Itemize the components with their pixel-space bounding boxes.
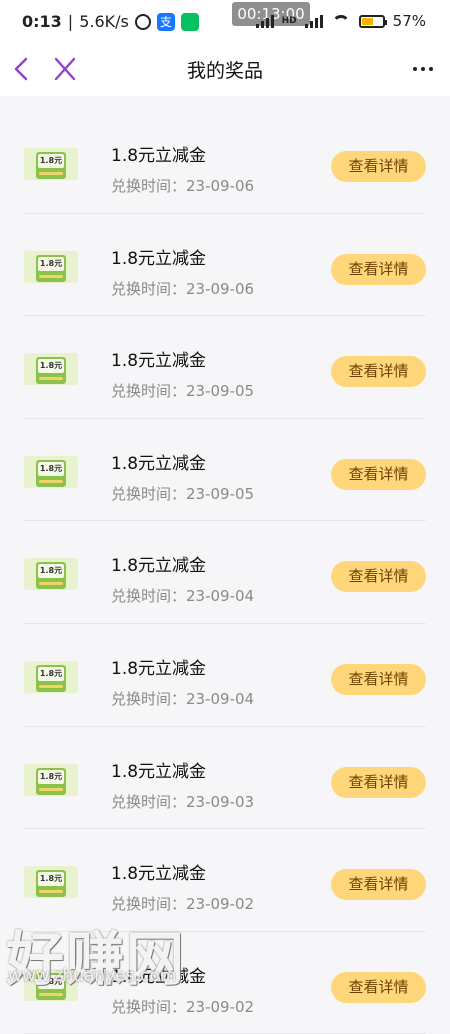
wechat-icon [180, 12, 199, 31]
voucher-thumbnail: 1.8元 [24, 558, 78, 591]
prize-name: 1.8元立减金 [111, 556, 207, 577]
voucher-ticket: 1.8元 [36, 562, 66, 590]
status-bar: 0:13 | 5.6K/s 支 00:13:00 HD 57% [0, 0, 450, 44]
voucher-amount: 1.8元 [38, 769, 64, 784]
voucher-thumbnail: 1.8元 [24, 660, 78, 693]
page-title: 我的奖品 [186, 60, 263, 82]
network-speed: 5.6K/s [79, 12, 129, 31]
alipay-icon: 支 [156, 12, 175, 31]
voucher-amount: 1.8元 [38, 359, 64, 374]
alarm-icon [134, 13, 151, 30]
redeem-time: 兑换时间：23-09-05 [111, 484, 255, 503]
prize-name: 1.8元立减金 [111, 351, 207, 372]
status-time: 0:13 [22, 12, 62, 31]
voucher-amount: 1.8元 [38, 256, 64, 271]
status-separator: | [67, 12, 74, 31]
view-details-button[interactable]: 查看详情 [331, 151, 426, 182]
voucher-amount: 1.8元 [38, 154, 64, 168]
voucher-thumbnail: 1.8元 [24, 148, 78, 180]
voucher-ticket: 1.8元 [36, 664, 66, 692]
status-bar-right: HD 57% [255, 12, 426, 30]
voucher-ticket: 1.8元 [36, 459, 66, 487]
voucher-thumbnail: 1.8元 [24, 250, 78, 283]
redeem-time: 兑换时间：23-09-06 [111, 177, 255, 195]
voucher-ticket: 1.8元 [36, 152, 66, 179]
voucher-thumbnail: 1.8元 [24, 866, 78, 899]
watermark-url: www.zhuanyes.com [8, 966, 177, 986]
voucher-ticket: 1.8元 [36, 357, 66, 385]
prize-item: 1.8元 1.8元立减金 兑换时间：23-09-05 查看详情 [24, 419, 426, 522]
prize-item: 1.8元 1.8元立减金 兑换时间：23-09-03 查看详情 [24, 727, 426, 830]
redeem-time: 兑换时间：23-09-05 [111, 382, 255, 401]
view-details-button[interactable]: 查看详情 [331, 971, 426, 1003]
more-dots-icon [413, 67, 433, 71]
redeem-time: 兑换时间：23-09-02 [111, 997, 255, 1016]
battery-fill [361, 17, 373, 25]
prize-list: 1.8元 1.8元立减金 兑换时间：23-09-06 查看详情 1.8元 1.8… [0, 111, 450, 1034]
battery-percent: 57% [392, 12, 426, 30]
signal-2-icon [304, 14, 323, 28]
voucher-thumbnail: 1.8元 [24, 455, 78, 488]
wifi-icon [331, 14, 351, 28]
view-details-button[interactable]: 查看详情 [331, 766, 426, 798]
prize-item: 1.8元 1.8元立减金 兑换时间：23-09-04 查看详情 [24, 624, 426, 727]
prize-name: 1.8元立减金 [111, 658, 207, 679]
status-bar-left: 0:13 | 5.6K/s 支 [22, 12, 199, 31]
view-details-button[interactable]: 查看详情 [331, 356, 426, 388]
view-details-button[interactable]: 查看详情 [331, 561, 426, 593]
redeem-time: 兑换时间：23-09-03 [111, 792, 255, 811]
redeem-time: 兑换时间：23-09-04 [111, 587, 255, 606]
voucher-amount: 1.8元 [38, 461, 64, 476]
voucher-ticket: 1.8元 [36, 870, 66, 898]
header: 我的奖品 [0, 44, 450, 96]
redeem-time: 兑换时间：23-09-06 [111, 279, 255, 298]
prize-name: 1.8元立减金 [111, 453, 207, 474]
prize-name: 1.8元立减金 [111, 864, 207, 885]
voucher-ticket: 1.8元 [36, 767, 66, 795]
prize-name: 1.8元立减金 [111, 761, 207, 782]
voucher-ticket: 1.8元 [36, 254, 66, 282]
prize-item: 1.8元 1.8元立减金 兑换时间：23-09-04 查看详情 [24, 521, 426, 624]
redeem-time: 兑换时间：23-09-02 [111, 895, 255, 914]
battery-icon [358, 14, 387, 28]
prize-item: 1.8元 1.8元立减金 兑换时间：23-09-06 查看详情 [24, 214, 426, 317]
voucher-thumbnail: 1.8元 [24, 763, 78, 796]
prize-item: 1.8元 1.8元立减金 兑换时间：23-09-05 查看详情 [24, 316, 426, 419]
voucher-amount: 1.8元 [38, 564, 64, 579]
voucher-amount: 1.8元 [38, 872, 64, 887]
view-details-button[interactable]: 查看详情 [331, 253, 426, 285]
signal-icon [255, 14, 274, 28]
redeem-time: 兑换时间：23-09-04 [111, 689, 255, 708]
more-button[interactable] [408, 54, 438, 84]
view-details-button[interactable]: 查看详情 [331, 869, 426, 901]
prize-item: 1.8元 1.8元立减金 兑换时间：23-09-06 查看详情 [24, 111, 426, 214]
hd-label: HD [281, 16, 297, 26]
voucher-thumbnail: 1.8元 [24, 353, 78, 386]
voucher-amount: 1.8元 [38, 666, 64, 681]
prize-name: 1.8元立减金 [111, 248, 207, 269]
view-details-button[interactable]: 查看详情 [331, 663, 426, 695]
prize-name: 1.8元立减金 [111, 146, 207, 166]
view-details-button[interactable]: 查看详情 [331, 458, 426, 490]
